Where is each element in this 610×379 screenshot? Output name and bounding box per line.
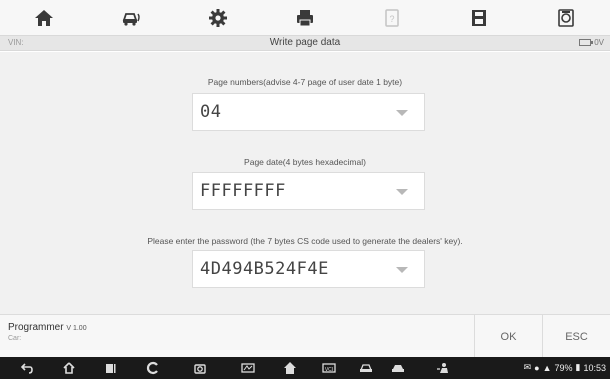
program-name: Programmer <box>8 322 64 333</box>
battery-icon: ▮ <box>575 362 581 372</box>
wifi-icon: ▲ <box>542 362 552 373</box>
chevron-down-icon <box>396 267 408 273</box>
bottom-action-bar: Programmer V 1.00 Car: OK ESC <box>0 314 610 358</box>
page-date-value: FFFFFFFF <box>200 181 286 201</box>
clock: 10:53 <box>583 362 606 373</box>
home-button[interactable] <box>0 0 87 35</box>
page-numbers-value: 04 <box>200 102 222 122</box>
camera-icon[interactable] <box>193 361 207 375</box>
password-value: 4D494B524F4E <box>200 259 329 279</box>
page-numbers-label: Page numbers(advise 4-7 page of user dat… <box>207 77 403 87</box>
data-logging-button[interactable] <box>523 0 610 35</box>
main-content: Page numbers(advise 4-7 page of user dat… <box>0 52 610 314</box>
vehicle-swap-button[interactable] <box>87 0 174 35</box>
chevron-down-icon <box>396 110 408 116</box>
print-icon <box>296 9 313 26</box>
save-button[interactable] <box>436 0 523 35</box>
home-nav-icon[interactable] <box>62 361 76 375</box>
car-battery-icon <box>579 39 594 46</box>
settings-icon <box>208 8 227 27</box>
settings-button[interactable] <box>174 0 261 35</box>
top-toolbar: ? <box>0 0 610 35</box>
ok-button[interactable]: OK <box>474 315 542 358</box>
car-label: Car: <box>8 335 22 342</box>
home-app-icon[interactable] <box>283 361 297 375</box>
recent-apps-icon[interactable] <box>104 361 118 375</box>
data-logging-icon <box>558 8 575 27</box>
vci-manager-icon[interactable]: VCI <box>322 361 336 375</box>
svg-text:?: ? <box>390 14 395 24</box>
chevron-down-icon <box>396 189 408 195</box>
remote-support-icon[interactable] <box>436 361 450 375</box>
title-bar: VIN: Write page data 0V <box>0 35 610 51</box>
password-select[interactable]: 4D494B524F4E <box>192 250 425 288</box>
print-button[interactable] <box>261 0 348 35</box>
home-icon <box>34 9 53 26</box>
shortcut-c-icon[interactable] <box>146 361 160 375</box>
page-date-label: Page date(4 bytes hexadecimal) <box>244 157 366 167</box>
message-icon: ✉ <box>523 362 532 372</box>
password-label: Please enter the password (the 7 bytes C… <box>147 236 463 246</box>
page-numbers-select[interactable]: 04 <box>192 93 425 131</box>
vci-icon[interactable] <box>241 361 255 375</box>
battery-voltage: 0V <box>579 38 604 47</box>
program-title: Programmer V 1.00 <box>8 322 87 333</box>
program-version: V 1.00 <box>66 325 87 332</box>
page-date-select[interactable]: FFFFFFFF <box>192 172 425 210</box>
battery-percent: 79% <box>554 362 573 373</box>
battery-voltage-value: 0V <box>594 38 604 47</box>
esc-button[interactable]: ESC <box>542 315 610 358</box>
page-title: Write page data <box>269 37 341 48</box>
vehicle-swap-icon <box>122 12 140 26</box>
help-icon: ? <box>385 8 399 27</box>
status-area: ✉ ● ▲ 79% ▮ 10:53 <box>524 362 606 373</box>
car-icon[interactable] <box>391 361 405 375</box>
save-icon <box>472 9 487 26</box>
help-button[interactable]: ? <box>349 0 436 35</box>
notification-icon: ● <box>534 362 540 373</box>
svg-text:VCI: VCI <box>325 367 333 373</box>
back-icon[interactable] <box>20 361 34 375</box>
car-switch-icon[interactable] <box>359 361 373 375</box>
system-nav-bar: VCI ✉ ● ▲ 79% ▮ 10:53 <box>0 357 610 379</box>
